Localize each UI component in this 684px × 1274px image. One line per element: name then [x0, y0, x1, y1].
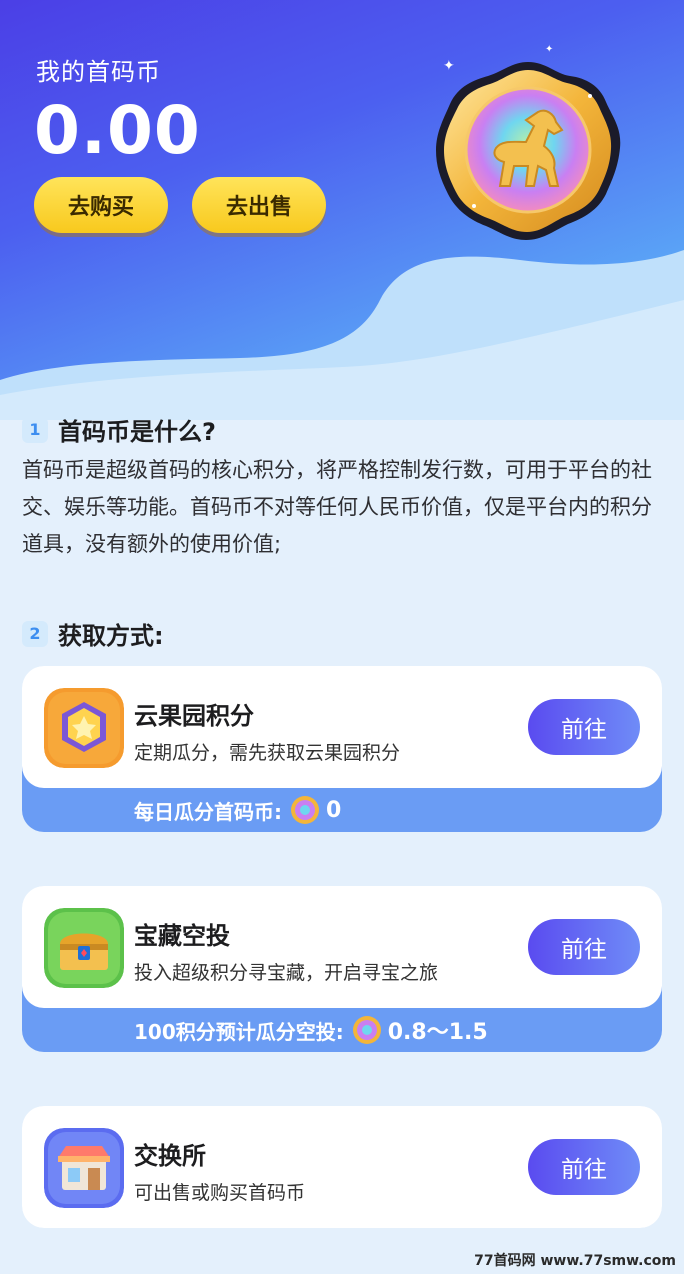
section-title-text: 获取方式: — [58, 622, 164, 650]
exchange-shop-icon — [44, 1128, 124, 1208]
card-cloud-orchard: 云果园积分 定期瓜分，需先获取云果园积分 前往 每日瓜分首码币: 0 — [22, 666, 662, 832]
card-title: 宝藏空投 — [134, 922, 230, 950]
sparkle-icon: ✦ — [545, 44, 554, 55]
section-title-text: 首码币是什么? — [58, 418, 216, 446]
card-treasure-airdrop: 宝藏空投 投入超级积分寻宝藏，开启寻宝之旅 前往 100积分预计瓜分空投: 0.… — [22, 886, 662, 1052]
section-number-badge: 2 — [22, 620, 48, 647]
section-what-description: 首码币是超级首码的核心积分，将严格控制发行数，可用于平台的社交、娱乐等功能。首码… — [22, 458, 652, 556]
buy-button[interactable]: 去购买 — [34, 177, 168, 233]
treasure-chest-icon — [44, 908, 124, 988]
section-number-badge: 1 — [22, 416, 48, 443]
horse-coin-icon — [430, 56, 626, 244]
footer-value: 0 — [326, 797, 342, 823]
cloud-orchard-icon — [44, 688, 124, 768]
sparkle-icon: ✦ — [443, 58, 455, 74]
go-button[interactable]: 前往 — [528, 919, 640, 975]
section-what-title: 1 首码币是什么? — [22, 412, 216, 447]
card-exchange: 交换所 可出售或购买首码币 前往 — [22, 1106, 662, 1228]
sell-button[interactable]: 去出售 — [192, 177, 326, 233]
hero-banner: 我的首码币 0.00 去购买 去出售 ✦ ✦ — [0, 0, 684, 420]
go-button[interactable]: 前往 — [528, 1139, 640, 1195]
footer-value: 0.8～1.5 — [387, 1020, 488, 1045]
coin-icon — [291, 796, 319, 824]
watermark: 77首码网 www.77smw.com — [474, 1253, 676, 1269]
footer-label: 100积分预计瓜分空投: — [134, 1019, 344, 1044]
go-button[interactable]: 前往 — [528, 699, 640, 755]
footer-label: 每日瓜分首码币: — [134, 799, 282, 824]
section-obtain-title: 2 获取方式: — [22, 616, 164, 651]
card-subtitle: 投入超级积分寻宝藏，开启寻宝之旅 — [134, 962, 439, 984]
balance-label: 我的首码币 — [36, 58, 161, 86]
coin-icon — [352, 1016, 381, 1044]
card-subtitle: 可出售或购买首码币 — [134, 1182, 306, 1204]
balance-value: 0.00 — [34, 92, 201, 169]
card-title: 云果园积分 — [134, 702, 254, 730]
card-title: 交换所 — [134, 1142, 206, 1170]
card-subtitle: 定期瓜分，需先获取云果园积分 — [134, 742, 401, 764]
